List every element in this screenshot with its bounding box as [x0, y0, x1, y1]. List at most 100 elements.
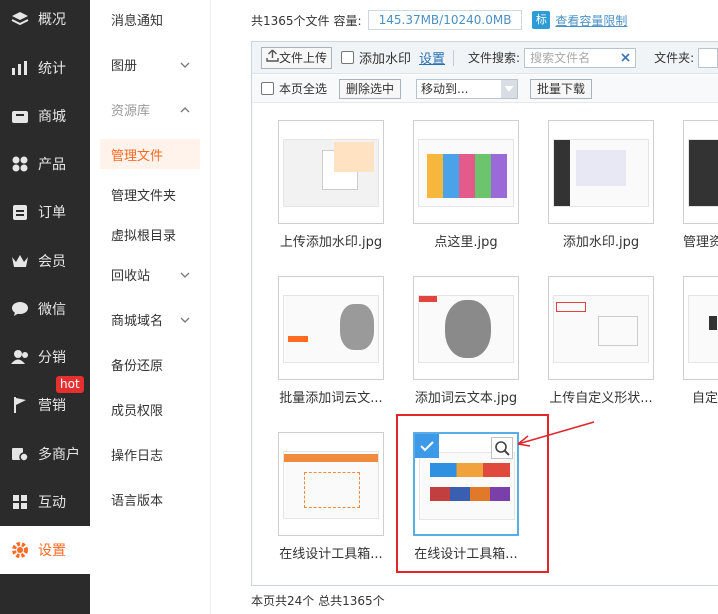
nav-label: 统计: [38, 61, 66, 77]
submenu-item-permissions[interactable]: 成员权限: [100, 394, 200, 424]
file-tile[interactable]: 上传添加水印.jpg: [278, 120, 384, 250]
layers-icon: [10, 9, 30, 29]
submenu-item-notifications[interactable]: 消息通知: [100, 4, 200, 34]
submenu-item-virtual-root[interactable]: 虚拟根目录: [100, 219, 200, 249]
submenu-item-albums[interactable]: 图册: [100, 49, 200, 79]
submenu-item-manage-folders[interactable]: 管理文件夹: [100, 179, 200, 209]
submenu-item-language[interactable]: 语言版本: [100, 484, 200, 514]
nav-label: 会员: [38, 254, 66, 270]
chevron-down-icon: [180, 313, 190, 328]
file-tile[interactable]: 批量添加词云文...: [278, 276, 384, 406]
nav-item-stats[interactable]: 统计: [0, 44, 90, 92]
view-capacity-limit-link[interactable]: 查看容量限制: [555, 12, 627, 29]
users-icon: [10, 347, 30, 367]
storage-summary: 共1365个文件 容量: 145.37MB/10240.0MB 标 查看容量限制: [251, 10, 627, 30]
file-thumbnail: [278, 120, 384, 224]
gear-icon: [10, 540, 30, 560]
nav-item-order[interactable]: 订单: [0, 188, 90, 236]
upload-button[interactable]: 文件上传: [261, 46, 333, 69]
upload-icon: [266, 48, 279, 68]
interact-icon: [10, 492, 30, 512]
chevron-down-icon: [180, 268, 190, 283]
file-thumbnail: [683, 276, 718, 380]
nav-label: 分销: [38, 350, 66, 366]
file-count: 共1365个文件: [251, 13, 330, 28]
submenu-item-manage-files[interactable]: 管理文件: [100, 139, 200, 169]
chevron-up-icon: [180, 103, 190, 118]
submenu-item-domain[interactable]: 商城域名: [100, 304, 200, 334]
nav-item-wechat[interactable]: 微信: [0, 285, 90, 333]
shop-icon: [10, 106, 30, 126]
main-nav: 概况 统计 商城 产品 订单 会员 微信 分销 营销 多商户 互动 设置 hot: [0, 0, 90, 614]
watermark-checkbox[interactable]: [341, 51, 355, 64]
folder-label: 文件夹:: [654, 51, 695, 65]
annotation-arrow: [517, 421, 595, 447]
nav-item-mall[interactable]: 商城: [0, 92, 90, 140]
file-tile[interactable]: 自定: [683, 276, 718, 406]
hot-badge: hot: [56, 376, 84, 393]
nav-label: 订单: [38, 205, 66, 221]
nav-item-product[interactable]: 产品: [0, 140, 90, 188]
file-tile[interactable]: 添加水印.jpg: [548, 120, 654, 250]
file-name: 上传添加水印.jpg: [279, 235, 383, 250]
nav-item-overview[interactable]: 概况: [0, 0, 90, 43]
nav-item-distribution[interactable]: 分销: [0, 333, 90, 381]
file-name: 点这里.jpg: [434, 235, 498, 250]
select-all-label: 本页全选: [279, 82, 328, 96]
flag-icon: [10, 395, 30, 415]
file-thumbnail: [413, 276, 519, 380]
clipboard-icon: [10, 202, 30, 222]
select-all-checkbox[interactable]: [261, 82, 274, 95]
search-input[interactable]: 搜索文件名: [524, 47, 637, 68]
submenu-item-backup[interactable]: 备份还原: [100, 349, 200, 379]
file-thumbnail: [683, 120, 718, 224]
nav-label: 多商户: [38, 447, 80, 463]
capacity-icon: 标: [532, 11, 551, 29]
file-thumbnail: [548, 276, 654, 380]
file-name: 批量添加词云文...: [279, 391, 383, 406]
file-name: 自定: [691, 391, 718, 406]
nav-label: 产品: [38, 157, 66, 173]
file-tile[interactable]: 管理资: [683, 120, 718, 250]
toolbar-primary: 文件上传 添加水印 设置 文件搜索: 搜索文件名 文件夹:: [252, 42, 718, 74]
file-tile[interactable]: 添加词云文本.jpg: [413, 276, 519, 406]
file-tile[interactable]: 在线设计工具箱...: [278, 432, 384, 562]
nav-label: 互动: [38, 495, 66, 511]
nav-label: 概况: [38, 12, 66, 28]
file-tile[interactable]: 点这里.jpg: [413, 120, 519, 250]
submenu-item-recycle-bin[interactable]: 回收站: [100, 259, 200, 289]
file-name: 上传自定义形状...: [549, 391, 653, 406]
watermark-label: 添加水印: [359, 52, 412, 67]
file-name: 在线设计工具箱...: [279, 547, 383, 562]
nav-label: 营销: [38, 398, 66, 414]
search-label: 文件搜索:: [468, 51, 521, 65]
chevron-down-icon: [180, 58, 190, 73]
nav-label: 微信: [38, 302, 66, 318]
submenu-group-resources[interactable]: 资源库: [100, 94, 200, 124]
nav-item-settings[interactable]: 设置: [0, 526, 90, 574]
nav-item-member[interactable]: 会员: [0, 237, 90, 285]
file-tile[interactable]: 上传自定义形状...: [548, 276, 654, 406]
file-thumbnail: [548, 120, 654, 224]
nav-item-multi-merchant[interactable]: 多商户: [0, 430, 90, 478]
file-thumbnail: [278, 432, 384, 536]
file-thumbnail: [413, 120, 519, 224]
file-name: 管理资: [683, 235, 718, 250]
move-to-select[interactable]: 移动到...: [416, 78, 519, 99]
chat-icon: [10, 299, 30, 319]
batch-download-button[interactable]: 批量下载: [530, 78, 593, 99]
grid-icon: [10, 154, 30, 174]
delete-selected-button[interactable]: 删除选中: [339, 78, 402, 99]
chart-icon: [10, 58, 30, 78]
nav-label: 商城: [38, 109, 66, 125]
capacity-label: 容量:: [333, 13, 362, 28]
file-thumbnail: [278, 276, 384, 380]
chevron-down-icon: [501, 79, 518, 98]
clear-icon[interactable]: [621, 51, 630, 65]
crown-icon: [10, 251, 30, 271]
nav-item-interact[interactable]: 互动: [0, 478, 90, 526]
watermark-settings-link[interactable]: 设置: [419, 48, 445, 67]
nav-label: 设置: [38, 543, 66, 559]
submenu-item-logs[interactable]: 操作日志: [100, 439, 200, 469]
folder-select[interactable]: [698, 47, 718, 68]
